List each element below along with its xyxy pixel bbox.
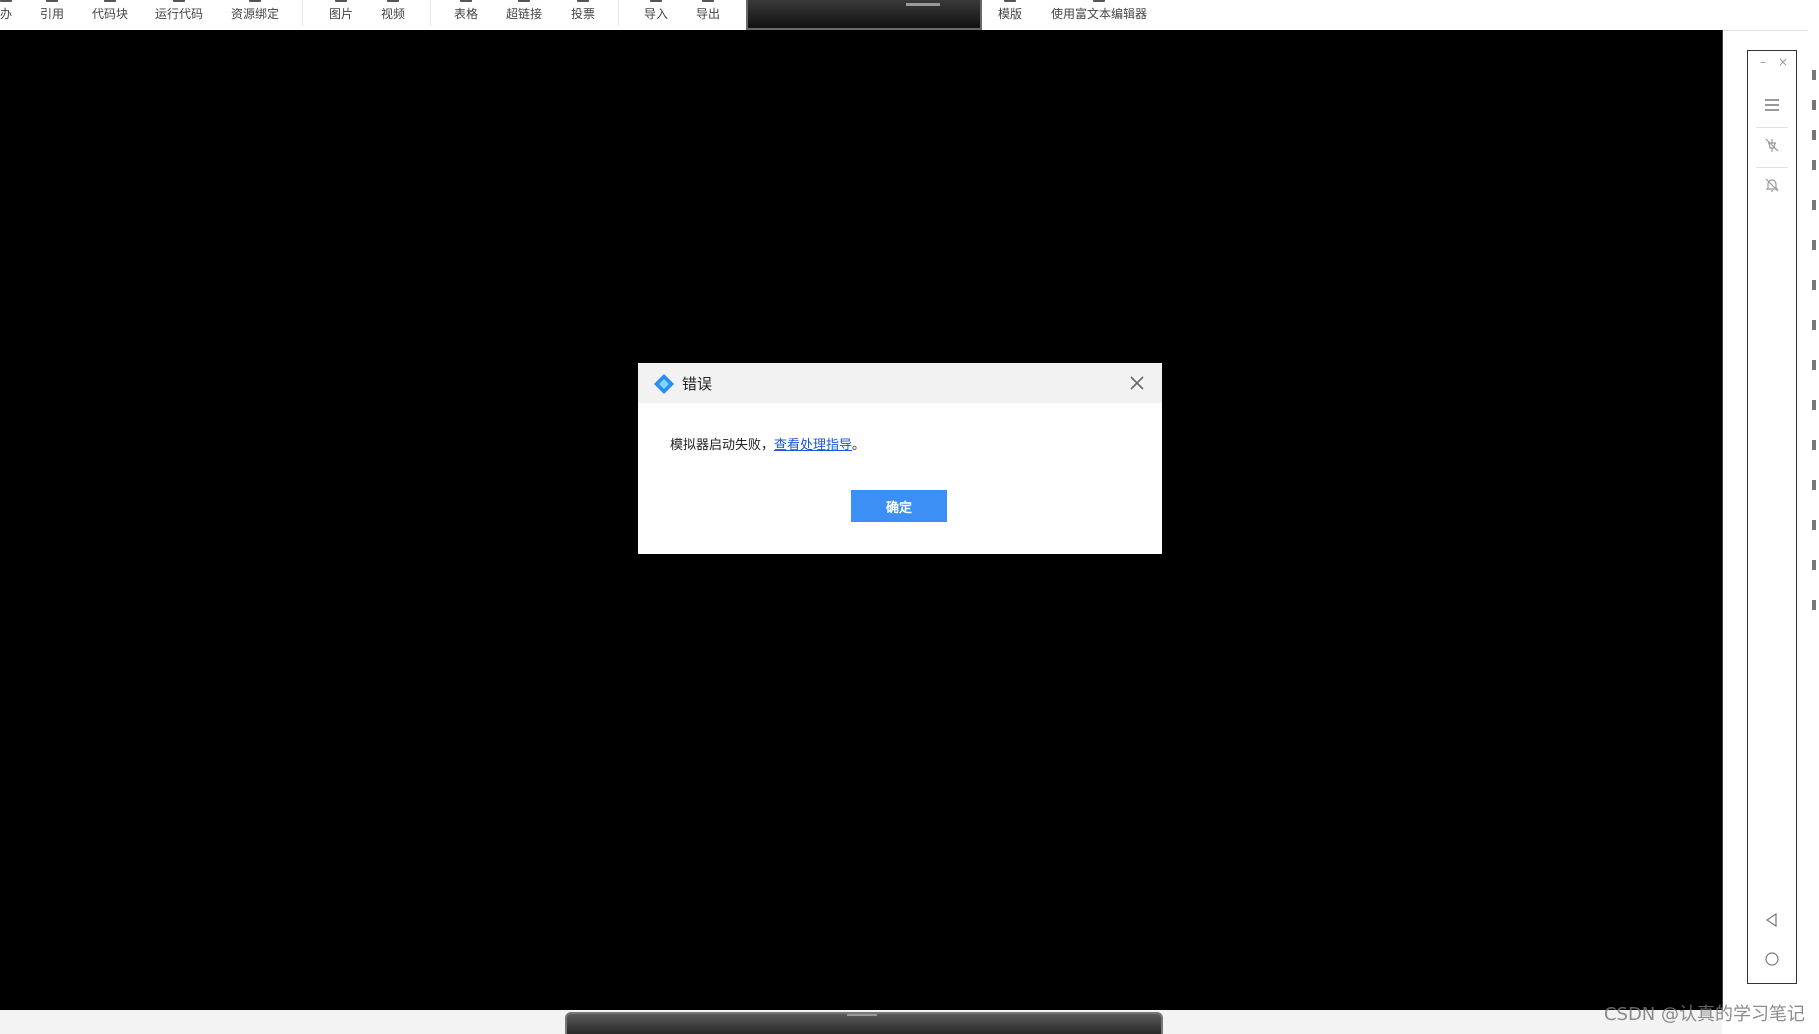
back-button[interactable] bbox=[1748, 905, 1796, 935]
back-triangle-icon bbox=[1765, 912, 1777, 928]
close-icon[interactable] bbox=[1126, 372, 1148, 394]
panel-divider bbox=[1756, 127, 1788, 128]
toolbar-item-resource-bind[interactable]: 资源绑定 bbox=[231, 0, 279, 22]
toolbar-item-table[interactable]: 表格 bbox=[454, 0, 478, 22]
dialog-message: 模拟器启动失败，查看处理指导。 bbox=[670, 434, 865, 453]
toolbar-item-template[interactable]: 模版 bbox=[998, 0, 1022, 22]
home-circle-icon bbox=[1765, 952, 1779, 966]
toolbar-item-image[interactable]: 图片 bbox=[329, 0, 353, 22]
toolbar-item-hyperlink[interactable]: 超链接 bbox=[506, 0, 542, 22]
toolbar-item-video[interactable]: 视频 bbox=[381, 0, 405, 22]
view-guide-link[interactable]: 查看处理指导 bbox=[774, 438, 852, 453]
toolbar-item-import[interactable]: 导入 bbox=[644, 0, 668, 22]
error-message-text: 模拟器启动失败， bbox=[670, 438, 775, 453]
emulator-device-thumbnail bbox=[746, 0, 982, 30]
close-panel-button[interactable]: × bbox=[1778, 55, 1788, 69]
editor-toolbar: 办 引用 代码块 运行代码 资源绑定 图片 视频 表格 超链接 投票 导入 导出… bbox=[0, 0, 1819, 31]
emulator-control-panel: – × bbox=[1747, 50, 1797, 984]
emulator-device-frame-bottom bbox=[565, 1012, 1163, 1034]
menu-icon bbox=[1765, 99, 1779, 111]
toolbar-item-code-block[interactable]: 代码块 bbox=[92, 0, 128, 22]
pin-toggle-button[interactable] bbox=[1748, 130, 1796, 160]
toolbar-separator bbox=[302, 0, 303, 26]
toolbar-item-vote[interactable]: 投票 bbox=[571, 0, 595, 22]
minimize-button[interactable]: – bbox=[1760, 55, 1766, 69]
pin-off-icon bbox=[1765, 138, 1779, 152]
right-edge-panel bbox=[1808, 0, 1819, 1034]
notification-off-icon bbox=[1765, 178, 1779, 192]
toolbar-item-rich-text-editor[interactable]: 使用富文本编辑器 bbox=[1051, 0, 1147, 22]
toolbar-separator bbox=[430, 0, 431, 26]
ok-button[interactable]: 确定 bbox=[851, 490, 947, 522]
toolbar-item-run-code[interactable]: 运行代码 bbox=[155, 0, 203, 22]
device-notch bbox=[847, 1014, 877, 1016]
device-brand-mark bbox=[906, 3, 940, 6]
dialog-title: 错误 bbox=[682, 375, 713, 393]
toolbar-item-partial[interactable]: 办 bbox=[0, 0, 13, 22]
error-dialog: 错误 模拟器启动失败，查看处理指导。 确定 bbox=[638, 363, 1162, 554]
menu-button[interactable] bbox=[1748, 90, 1796, 120]
toolbar-separator bbox=[618, 0, 619, 26]
message-end-punct: 。 bbox=[852, 438, 866, 453]
panel-divider bbox=[1756, 167, 1788, 168]
toolbar-item-quote[interactable]: 引用 bbox=[40, 0, 64, 22]
toolbar-item-export[interactable]: 导出 bbox=[696, 0, 720, 22]
watermark: CSDN @认真的学习笔记 bbox=[1603, 1004, 1805, 1025]
devstudio-logo-icon bbox=[654, 374, 674, 394]
notification-toggle-button[interactable] bbox=[1748, 170, 1796, 200]
home-button[interactable] bbox=[1748, 944, 1796, 974]
dialog-header: 错误 bbox=[638, 363, 1162, 403]
